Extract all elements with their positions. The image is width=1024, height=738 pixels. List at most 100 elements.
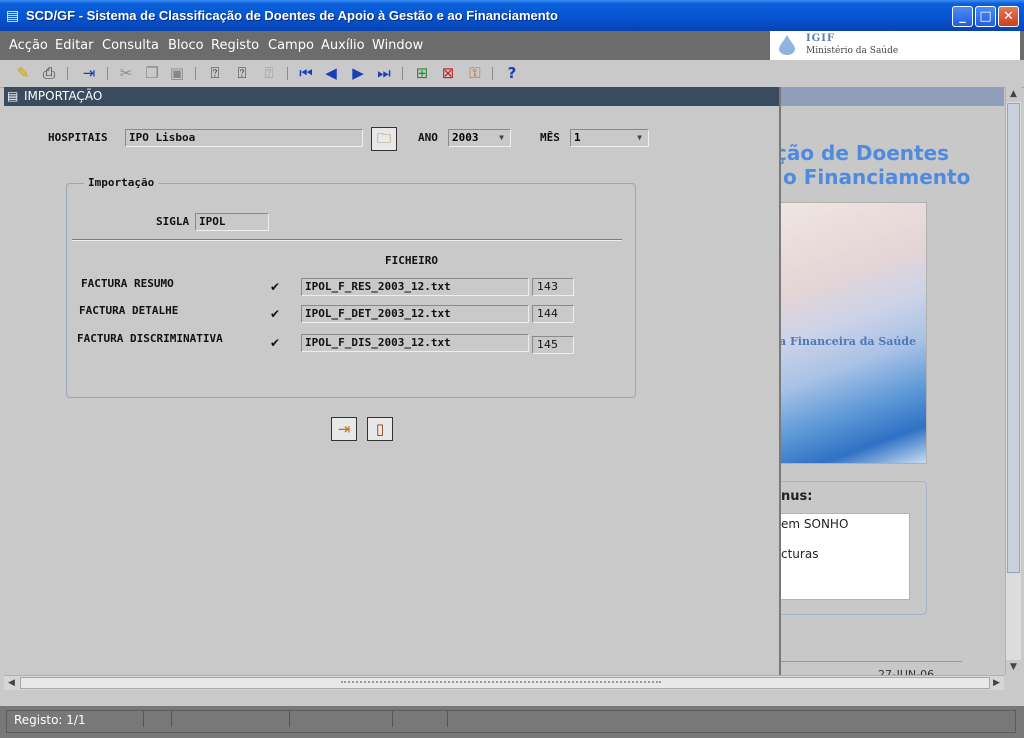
last-record-icon[interactable]: ⏭ — [375, 64, 393, 82]
grip-icon — [341, 681, 661, 687]
application-window: ▤ SCD/GF - Sistema de Classificação de D… — [0, 0, 1024, 738]
menu-editar[interactable]: Editar — [55, 38, 94, 53]
help-icon[interactable]: ? — [503, 64, 521, 82]
status-divider — [447, 711, 448, 727]
menus-list-item[interactable]: cturas — [781, 547, 818, 561]
status-strip — [4, 690, 1020, 706]
folder-icon: 🗀 — [377, 131, 391, 147]
chevron-down-icon[interactable]: ▼ — [495, 131, 508, 144]
vertical-scrollbar[interactable]: ▲ ▼ — [1005, 87, 1021, 675]
factura-detalhe-label: FACTURA DETALHE — [79, 304, 179, 317]
toolbar-separator — [402, 67, 403, 80]
welcome-image — [779, 202, 927, 464]
print-icon[interactable]: ⎙ — [40, 64, 58, 82]
mes-label: MÊS — [540, 131, 560, 144]
horizontal-scroll-thumb[interactable] — [20, 677, 990, 689]
menu-accao[interactable]: Acção — [9, 38, 48, 53]
factura-resumo-checkbox[interactable]: ✔ — [269, 281, 281, 293]
water-drop-icon — [779, 35, 795, 55]
menu-auxilio[interactable]: Auxílio — [321, 38, 365, 53]
import-icon: ⇥ — [337, 420, 351, 438]
sigla-field[interactable]: IPOL — [195, 213, 269, 231]
cut-icon[interactable]: ✂ — [117, 64, 135, 82]
vertical-scroll-thumb[interactable] — [1007, 103, 1020, 573]
menus-title: nus: — [781, 489, 813, 504]
menu-window[interactable]: Window — [372, 38, 423, 53]
status-bar — [0, 706, 1024, 738]
exit-form-button[interactable]: ▯ — [367, 417, 393, 441]
menu-consulta[interactable]: Consulta — [102, 38, 159, 53]
form-title: IMPORTAÇÃO — [24, 89, 103, 103]
factura-resumo-count: 143 — [532, 278, 574, 296]
ano-select[interactable]: 2003 ▼ — [448, 129, 511, 147]
delete-record-icon[interactable]: ⊠ — [439, 64, 457, 82]
form-title-bar: ▤ IMPORTAÇÃO — [4, 87, 779, 106]
status-frame — [6, 710, 1016, 733]
mes-select[interactable]: 1 ▼ — [570, 129, 649, 147]
menu-bloco[interactable]: Bloco — [168, 38, 204, 53]
toolbar-separator — [67, 67, 68, 80]
status-divider — [289, 711, 290, 727]
factura-discriminativa-count: 145 — [532, 336, 574, 354]
hospitais-field[interactable]: IPO Lisboa — [125, 129, 363, 147]
scroll-left-icon[interactable]: ◀ — [4, 676, 19, 691]
lock-record-icon[interactable]: ⚿ — [466, 64, 484, 82]
close-button[interactable]: ✕ — [998, 6, 1019, 27]
scroll-down-icon[interactable]: ▼ — [1006, 660, 1021, 675]
chevron-down-icon[interactable]: ▼ — [633, 131, 646, 144]
status-divider — [171, 711, 172, 727]
factura-detalhe-checkbox[interactable]: ✔ — [269, 308, 281, 320]
menu-registo[interactable]: Registo — [211, 38, 259, 53]
scroll-up-icon[interactable]: ▲ — [1006, 87, 1021, 102]
factura-detalhe-count: 144 — [532, 305, 574, 323]
ano-label: ANO — [418, 131, 438, 144]
toolbar: ✎ ⎙ ⇥ ✂ ❐ ▣ ⍰ ⍰ ⍰ ⏮ ◀ ▶ ⏭ ⊞ ⊠ ⚿ ? — [0, 60, 1024, 88]
maximize-button[interactable]: □ — [975, 6, 996, 27]
toolbar-separator — [287, 67, 288, 80]
divider — [72, 239, 622, 241]
factura-detalhe-file-field[interactable]: IPOL_F_DET_2003_12.txt — [301, 305, 529, 323]
logo-subtitle: Ministério da Saúde — [806, 46, 899, 56]
exit-icon[interactable]: ⇥ — [80, 64, 98, 82]
factura-discriminativa-file-field[interactable]: IPOL_F_DIS_2003_12.txt — [301, 334, 529, 352]
mes-value: 1 — [574, 131, 581, 144]
import-button[interactable]: ⇥ — [331, 417, 357, 441]
ficheiro-header: FICHEIRO — [385, 254, 438, 267]
cancel-query-icon[interactable]: ⍰ — [260, 64, 278, 82]
factura-resumo-file-field[interactable]: IPOL_F_RES_2003_12.txt — [301, 278, 529, 296]
minimize-button[interactable]: _ — [952, 6, 973, 27]
logo-name: IGIF — [806, 33, 835, 44]
factura-discriminativa-checkbox[interactable]: ✔ — [269, 337, 281, 349]
hospitais-label: HOSPITAIS — [48, 131, 108, 144]
door-exit-icon: ▯ — [375, 420, 385, 438]
scroll-right-icon[interactable]: ▶ — [989, 676, 1004, 691]
toolbar-separator — [492, 67, 493, 80]
horizontal-scrollbar[interactable]: ◀ ▶ — [4, 675, 1004, 691]
sigla-label: SIGLA — [156, 215, 190, 228]
paste-icon[interactable]: ▣ — [168, 64, 186, 82]
toolbar-separator — [107, 67, 108, 80]
form-icon: ▤ — [7, 89, 19, 103]
save-icon[interactable]: ✎ — [14, 64, 32, 82]
importacao-form: ▤ IMPORTAÇÃO HOSPITAIS IPO Lisboa 🗀 ANO … — [4, 87, 781, 675]
welcome-title-line1: ção de Doentes — [775, 141, 950, 165]
next-record-icon[interactable]: ▶ — [349, 64, 367, 82]
hospital-lov-button[interactable]: 🗀 — [371, 127, 397, 151]
factura-resumo-label: FACTURA RESUMO — [81, 277, 174, 290]
menu-campo[interactable]: Campo — [268, 38, 314, 53]
execute-query-icon[interactable]: ⍰ — [233, 64, 251, 82]
app-icon: ▤ — [6, 8, 20, 24]
menus-list-item[interactable]: em SONHO — [781, 517, 848, 531]
welcome-title-line2: o Financiamento — [783, 165, 971, 189]
divider — [779, 661, 962, 662]
previous-record-icon[interactable]: ◀ — [322, 64, 340, 82]
first-record-icon[interactable]: ⏮ — [297, 64, 315, 82]
importacao-group-title: Importação — [84, 176, 159, 189]
window-title: SCD/GF - Sistema de Classificação de Doe… — [26, 8, 558, 23]
title-bar: ▤ SCD/GF - Sistema de Classificação de D… — [0, 0, 1024, 31]
copy-icon[interactable]: ❐ — [143, 64, 161, 82]
insert-record-icon[interactable]: ⊞ — [413, 64, 431, 82]
enter-query-icon[interactable]: ⍰ — [206, 64, 224, 82]
igif-logo: IGIF Ministério da Saúde — [770, 31, 1020, 60]
ano-value: 2003 — [452, 131, 479, 144]
